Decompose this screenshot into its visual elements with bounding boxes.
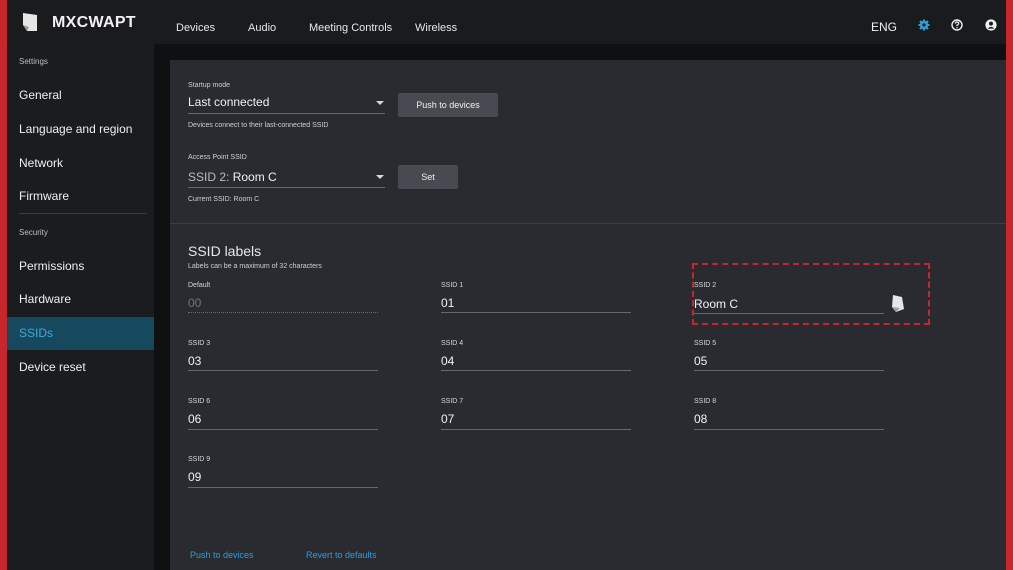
set-button[interactable]: Set [398,165,458,189]
sidebar-item-language[interactable]: Language and region [7,114,154,144]
field-label-ssid8: SSID 8 [694,398,717,405]
startup-mode-value[interactable]: Last connected [188,95,269,109]
field-ssid8-underline [694,429,884,430]
section-separator [170,223,1006,224]
sidebar-item-ssids[interactable]: SSIDs [7,317,154,350]
startup-mode-label: Startup mode [188,82,231,89]
field-label-default: Default [188,282,211,289]
field-ssid9-underline [188,487,378,488]
gear-icon[interactable] [918,19,930,31]
ap-ssid-prefix: SSID 2: [188,170,230,184]
ap-ssid-label: Access Point SSID [188,154,247,161]
field-label-ssid4: SSID 4 [441,340,464,347]
revert-to-defaults-link[interactable]: Revert to defaults [306,550,377,560]
field-ssid4[interactable]: 04 [441,354,454,368]
sidebar-item-firmware[interactable]: Firmware [7,181,154,211]
field-label-ssid3: SSID 3 [188,340,211,347]
ap-ssid-value: Room C [232,170,277,184]
field-label-ssid9: SSID 9 [188,456,211,463]
field-ssid8[interactable]: 08 [694,412,707,426]
help-icon[interactable] [951,19,963,31]
chevron-down-icon[interactable] [376,175,384,179]
settings-panel: Startup mode Last connected Push to devi… [170,60,1006,570]
field-label-ssid5: SSID 5 [694,340,717,347]
sidebar-item-general[interactable]: General [7,80,154,110]
field-label-ssid1: SSID 1 [441,282,464,289]
language-selector[interactable]: ENG [871,20,897,34]
ap-ssid-select[interactable]: SSID 2: Room C [188,170,277,184]
ssid-labels-help: Labels can be a maximum of 32 characters [188,263,322,270]
chevron-down-icon[interactable] [376,101,384,105]
field-ssid6[interactable]: 06 [188,412,201,426]
sidebar-item-permissions[interactable]: Permissions [7,251,154,281]
nav-audio[interactable]: Audio [248,22,276,34]
push-to-devices-link[interactable]: Push to devices [190,550,254,560]
field-ssid1-underline [441,312,631,313]
nav-meeting-controls[interactable]: Meeting Controls [309,22,392,34]
field-ssid1[interactable]: 01 [441,296,454,310]
nav-devices[interactable]: Devices [176,22,215,34]
sidebar-item-hardware[interactable]: Hardware [7,284,154,314]
top-bar: MXCWAPT Devices Audio Meeting Controls W… [7,0,1006,44]
field-ssid6-underline [188,429,378,430]
field-ssid3-underline [188,370,378,371]
app-title: MXCWAPT [52,14,136,31]
app-logo-icon [23,13,37,31]
sidebar-divider [19,213,147,214]
highlight-box [692,263,930,325]
user-icon[interactable] [985,19,997,31]
sidebar: Settings General Language and region Net… [7,44,154,570]
nav-wireless[interactable]: Wireless [415,22,457,34]
sidebar-item-network[interactable]: Network [7,148,154,178]
current-ssid-text: Current SSID: Room C [188,196,260,203]
sidebar-header-settings: Settings [19,57,48,66]
sidebar-item-device-reset[interactable]: Device reset [7,352,154,382]
startup-mode-help: Devices connect to their last-connected … [188,122,329,129]
ap-ssid-underline [188,187,385,188]
field-ssid5-underline [694,370,884,371]
field-label-ssid7: SSID 7 [441,398,464,405]
field-ssid3[interactable]: 03 [188,354,201,368]
field-ssid7[interactable]: 07 [441,412,454,426]
field-ssid9[interactable]: 09 [188,470,201,484]
startup-mode-underline [188,113,385,114]
field-ssid7-underline [441,429,631,430]
field-default: 00 [188,296,202,310]
field-ssid5[interactable]: 05 [694,354,707,368]
sidebar-header-security: Security [19,228,48,237]
main-content: Startup mode Last connected Push to devi… [154,44,1006,570]
field-default-underline [188,312,378,313]
push-to-devices-button[interactable]: Push to devices [398,93,498,117]
ssid-labels-title: SSID labels [188,243,262,259]
field-label-ssid6: SSID 6 [188,398,211,405]
field-ssid4-underline [441,370,631,371]
